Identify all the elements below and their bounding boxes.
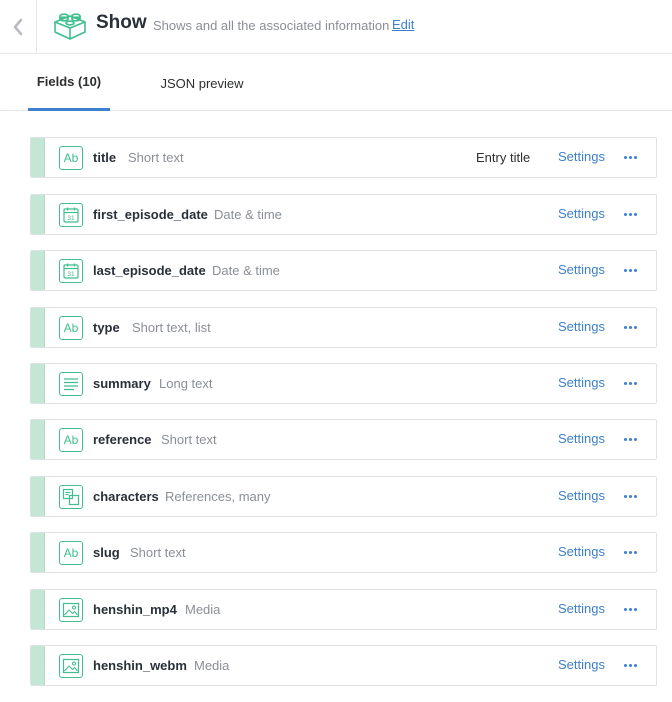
field-type: Short text	[128, 150, 184, 165]
field-type: References, many	[165, 489, 271, 504]
field-row-henshin-webm[interactable]: henshin_webm Media Settings	[30, 645, 657, 686]
text-ab-icon: Ab	[59, 316, 83, 340]
long-text-icon	[59, 372, 83, 396]
content-type-description: Shows and all the associated information	[153, 18, 390, 33]
chevron-left-icon	[13, 18, 23, 36]
entry-title-badge: Entry title	[476, 150, 531, 165]
field-name: summary	[93, 376, 151, 391]
settings-link[interactable]: Settings	[558, 488, 605, 503]
settings-link[interactable]: Settings	[558, 431, 605, 446]
svg-text:31: 31	[67, 271, 75, 278]
drag-handle[interactable]	[31, 251, 45, 290]
more-options-icon[interactable]	[621, 317, 639, 337]
tab-fields[interactable]: Fields (10)	[28, 55, 110, 111]
field-name: henshin_webm	[93, 658, 187, 673]
field-type: Media	[194, 658, 230, 673]
drag-handle[interactable]	[31, 195, 45, 234]
field-type: Date & time	[214, 207, 282, 222]
field-name: type	[93, 320, 120, 335]
drag-handle[interactable]	[31, 420, 45, 459]
tab-bar: Fields (10) JSON preview	[0, 55, 672, 111]
more-options-icon[interactable]	[621, 429, 639, 449]
more-options-icon[interactable]	[621, 486, 639, 506]
field-row-last-episode-date[interactable]: 31 last_episode_date Date & time Setting…	[30, 250, 657, 291]
content-type-header: Show Shows and all the associated inform…	[0, 0, 672, 54]
more-options-icon[interactable]	[621, 373, 639, 393]
field-type: Short text	[161, 432, 217, 447]
field-type: Short text	[130, 545, 186, 560]
field-name: characters	[93, 489, 159, 504]
more-options-icon[interactable]	[621, 655, 639, 675]
more-options-icon[interactable]	[621, 260, 639, 280]
more-options-icon[interactable]	[621, 599, 639, 619]
settings-link[interactable]: Settings	[558, 149, 605, 164]
settings-link[interactable]: Settings	[558, 544, 605, 559]
page-title: Show	[96, 12, 147, 33]
more-options-icon[interactable]	[621, 147, 639, 167]
drag-handle[interactable]	[31, 477, 45, 516]
field-row-title[interactable]: Ab title Short text Entry title Settings	[30, 137, 657, 178]
more-options-icon[interactable]	[621, 204, 639, 224]
field-type: Long text	[159, 376, 213, 391]
field-type: Media	[185, 602, 221, 617]
field-row-type[interactable]: Ab type Short text, list Settings	[30, 307, 657, 348]
field-row-slug[interactable]: Ab slug Short text Settings	[30, 532, 657, 573]
drag-handle[interactable]	[31, 590, 45, 629]
settings-link[interactable]: Settings	[558, 601, 605, 616]
field-name: last_episode_date	[93, 263, 206, 278]
field-row-summary[interactable]: summary Long text Settings	[30, 363, 657, 404]
settings-link[interactable]: Settings	[558, 262, 605, 277]
field-type: Short text, list	[132, 320, 211, 335]
field-name: reference	[93, 432, 152, 447]
field-row-first-episode-date[interactable]: 31 first_episode_date Date & time Settin…	[30, 194, 657, 235]
back-button[interactable]	[0, 0, 37, 54]
settings-link[interactable]: Settings	[558, 375, 605, 390]
drag-handle[interactable]	[31, 138, 45, 177]
drag-handle[interactable]	[31, 308, 45, 347]
field-type: Date & time	[212, 263, 280, 278]
field-row-characters[interactable]: characters References, many Settings	[30, 476, 657, 517]
svg-text:31: 31	[67, 215, 75, 222]
media-image-icon	[59, 598, 83, 622]
drag-handle[interactable]	[31, 364, 45, 403]
settings-link[interactable]: Settings	[558, 319, 605, 334]
text-ab-icon: Ab	[59, 541, 83, 565]
references-icon	[59, 485, 83, 509]
tab-json-preview[interactable]: JSON preview	[150, 55, 254, 111]
calendar-icon: 31	[59, 203, 83, 227]
drag-handle[interactable]	[31, 533, 45, 572]
drag-handle[interactable]	[31, 646, 45, 685]
text-ab-icon: Ab	[59, 428, 83, 452]
field-name: first_episode_date	[93, 207, 208, 222]
calendar-icon: 31	[59, 259, 83, 283]
text-ab-icon: Ab	[59, 146, 83, 170]
field-row-henshin-mp4[interactable]: henshin_mp4 Media Settings	[30, 589, 657, 630]
settings-link[interactable]: Settings	[558, 657, 605, 672]
field-name: henshin_mp4	[93, 602, 177, 617]
field-name: title	[93, 150, 117, 165]
field-name: slug	[93, 545, 120, 560]
settings-link[interactable]: Settings	[558, 206, 605, 221]
edit-description-link[interactable]: Edit	[392, 17, 414, 32]
field-row-reference[interactable]: Ab reference Short text Settings	[30, 419, 657, 460]
more-options-icon[interactable]	[621, 542, 639, 562]
media-image-icon	[59, 654, 83, 678]
lego-brick-icon	[54, 13, 86, 40]
